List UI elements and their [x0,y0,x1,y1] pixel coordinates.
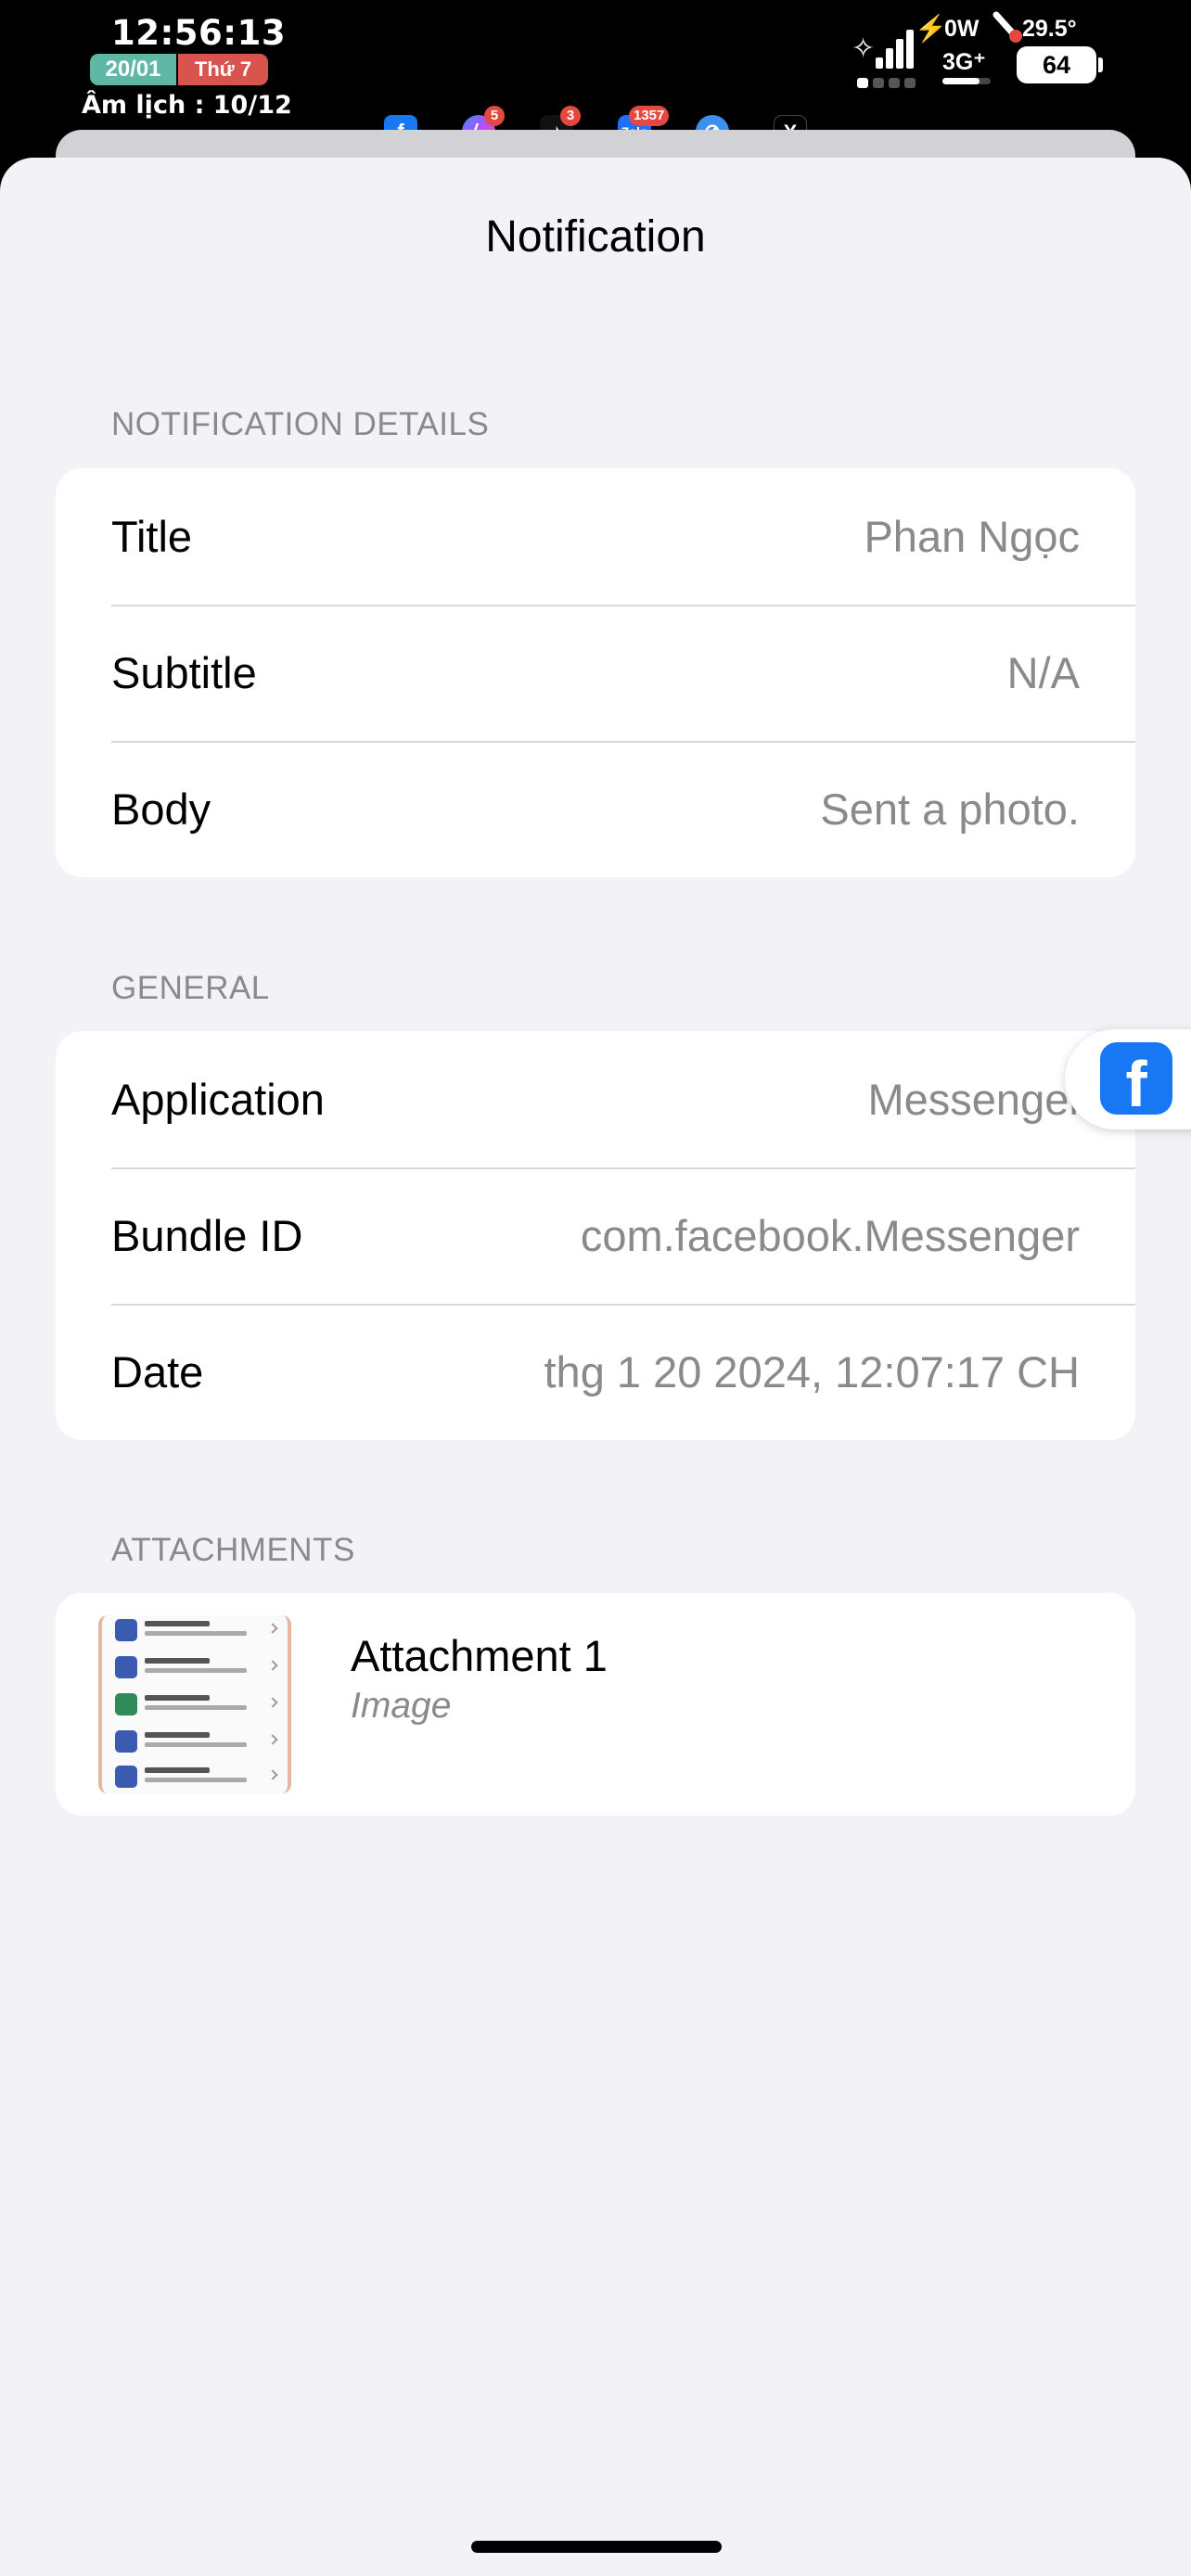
row-label: Title [111,512,193,561]
thermometer-icon [992,11,1022,43]
sim-dots-indicator [857,78,916,88]
notification-details-card: Title Phan Ngọc Subtitle N/A Body Sent a… [56,468,1135,877]
row-value: com.facebook.Messenger [580,1211,1080,1260]
network-strength-bar [942,78,991,84]
detail-row-title[interactable]: Title Phan Ngọc [56,468,1135,605]
row-value: N/A [1006,648,1080,697]
row-label: Application [111,1075,325,1124]
battery-tip [1098,57,1103,72]
network-type: 3G⁺ [942,49,986,75]
section-header-notification-details: NOTIFICATION DETAILS [111,406,490,442]
power-readout: 0W [944,16,980,42]
date-pill: 20/01 [90,54,176,85]
row-value: Messenger [867,1075,1084,1124]
detail-row-subtitle[interactable]: Subtitle N/A [56,605,1135,741]
general-row-date[interactable]: Date thg 1 20 2024, 12:07:17 CH [56,1304,1135,1440]
section-header-general: GENERAL [111,970,270,1006]
row-label: Bundle ID [111,1211,303,1260]
notification-badge: 5 [484,106,505,126]
row-value: thg 1 20 2024, 12:07:17 CH [544,1347,1081,1396]
general-row-bundle-id[interactable]: Bundle ID com.facebook.Messenger [56,1167,1135,1304]
status-clock: 12:56:13 [111,13,287,53]
sparkle-icon: ✧ [852,33,876,64]
row-value: Sent a photo. [820,784,1080,834]
general-card: Application Messenger Bundle ID com.face… [56,1031,1135,1440]
facebook-icon: f [1100,1042,1172,1115]
attachment-thumbnail [98,1615,291,1793]
section-header-attachments: ATTACHMENTS [111,1532,355,1568]
row-label: Date [111,1347,204,1396]
weekday-pill: Thứ 7 [178,54,268,85]
attachment-item[interactable]: Attachment 1 Image [56,1593,1135,1816]
row-label: Subtitle [111,648,257,697]
attachment-type: Image [351,1686,452,1726]
attachment-title: Attachment 1 [351,1631,608,1680]
home-indicator[interactable] [471,2541,722,2553]
charging-bolt-icon: ⚡ [915,14,947,43]
row-label: Body [111,784,211,834]
notification-sheet: Notification NOTIFICATION DETAILS Title … [0,158,1191,2576]
floating-app-bubble[interactable]: f [1065,1029,1191,1129]
notification-badge: 3 [560,106,581,126]
detail-row-body[interactable]: Body Sent a photo. [56,741,1135,877]
battery-indicator: 64 [1017,46,1096,83]
page-title: Notification [485,212,706,261]
cellular-signal-icon [876,30,915,69]
notification-badge: 1357 [629,106,670,126]
row-value: Phan Ngọc [864,512,1080,561]
temperature-readout: 29.5° [1022,16,1077,42]
general-row-application[interactable]: Application Messenger [56,1031,1135,1167]
